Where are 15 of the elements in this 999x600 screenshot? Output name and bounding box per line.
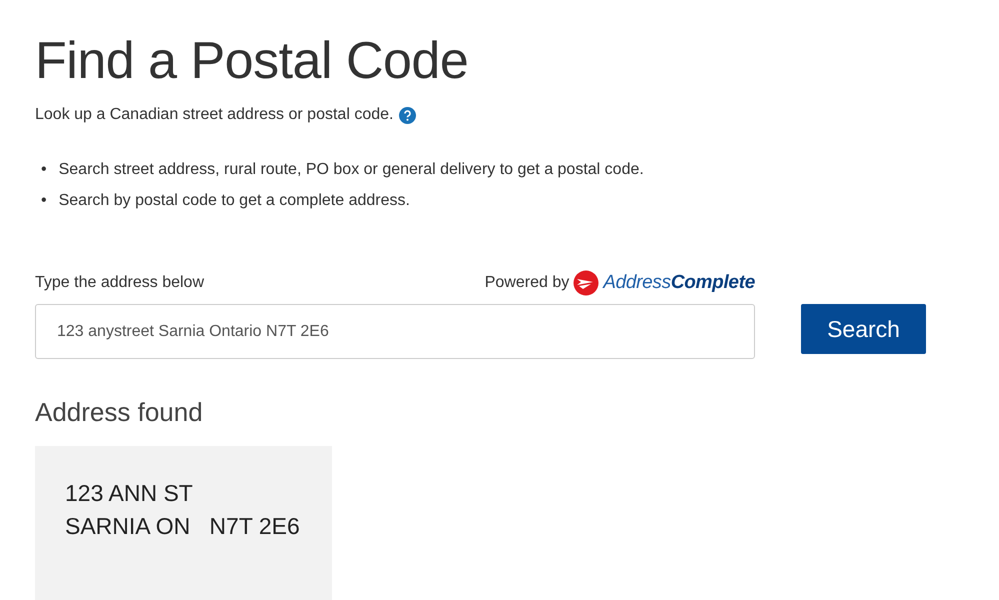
help-icon[interactable] <box>399 106 416 124</box>
field-label: Type the address below <box>35 274 204 292</box>
page-title: Find a Postal Code <box>35 31 470 92</box>
search-button[interactable]: Search <box>801 304 926 354</box>
address-line: 123 ANN ST <box>65 480 194 508</box>
intro-text: Look up a Canadian street address or postal code. <box>35 106 394 124</box>
powered-by-text: Powered by <box>484 274 570 292</box>
bullet-text: Search by postal code to get a complete address. <box>58 191 410 212</box>
address-field[interactable]: 123 anystreet Sarnia Ontario N7T 2E6 <box>35 304 755 360</box>
bullet-marker: • <box>41 160 47 180</box>
bullet-marker: • <box>41 191 47 212</box>
address-line: SARNIA ON N7T 2E6 <box>65 513 301 540</box>
brand-name: AddressComplete <box>603 272 755 294</box>
bullet-text: Search street address, rural route, PO box or general delivery to get a postal code. <box>58 160 644 180</box>
result-heading: Address found <box>35 397 204 428</box>
